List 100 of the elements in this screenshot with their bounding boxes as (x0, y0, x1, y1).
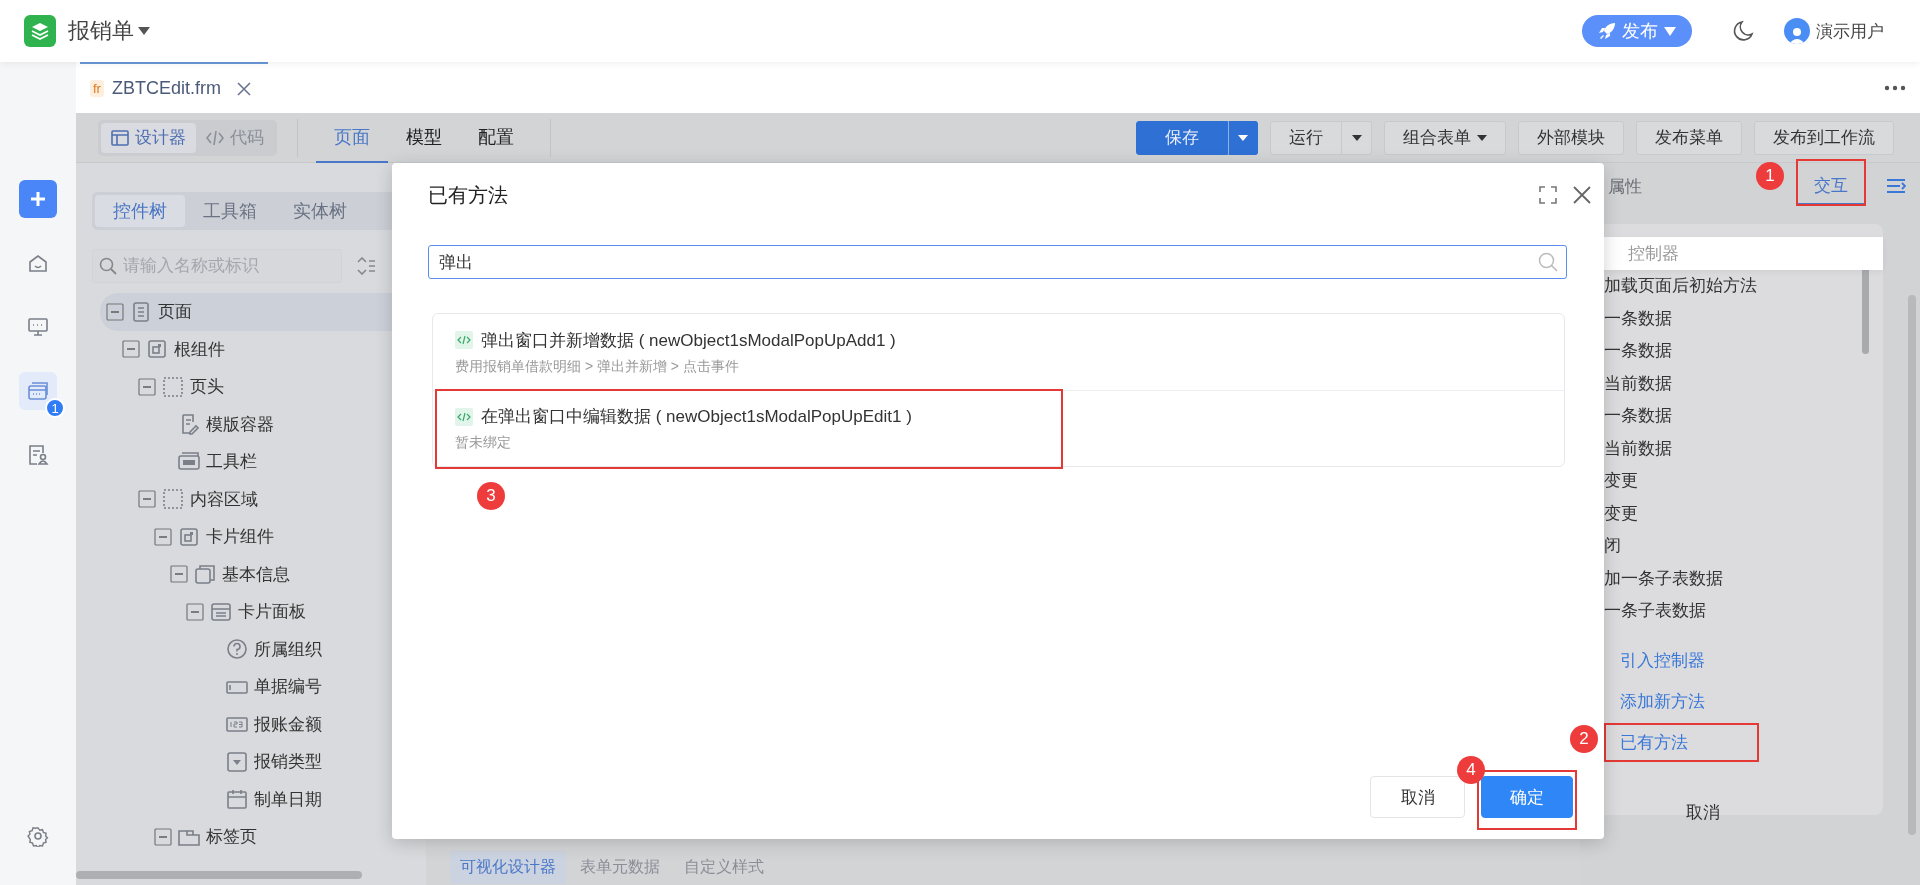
method-item[interactable]: 弹出窗口并新增数据 ( newObject1sModalPopUpAdd1 ) 费用报销单借款明细 > 弹出并新增 > 点击事件 (433, 314, 1564, 390)
menu-item[interactable]: 当前数据 (1604, 367, 1883, 400)
moon-icon[interactable] (1732, 20, 1754, 42)
close-icon[interactable] (236, 81, 251, 96)
mode-tab[interactable]: 设计器 (101, 122, 196, 153)
menu-item[interactable]: 一条数据 (1604, 302, 1883, 335)
close-icon[interactable] (1573, 186, 1591, 204)
step-marker: 4 (1457, 756, 1485, 784)
step-marker: 3 (477, 482, 505, 510)
menu-item[interactable]: 一条数据 (1604, 399, 1883, 432)
more-icon[interactable] (1884, 84, 1906, 91)
step-marker: 1 (1756, 162, 1784, 190)
cancel-link[interactable]: 取消 (1680, 800, 1726, 825)
toolbar-button[interactable]: 保存 (1136, 120, 1228, 155)
stack-icon (194, 563, 216, 586)
dropdown-button[interactable] (1342, 120, 1372, 155)
method-title: 在弹出窗口中编辑数据 ( newObject1sModalPopUpEdit1 ) (481, 406, 912, 428)
cards-icon (27, 380, 49, 402)
calendar-icon (226, 788, 248, 811)
collapse-icon[interactable] (122, 340, 140, 359)
collapse-icon[interactable] (106, 302, 124, 321)
method-binding: 费用报销单借款明细 > 弹出并新增 > 点击事件 (455, 357, 740, 376)
toolbar-button[interactable]: 外部模块 (1518, 120, 1624, 155)
collapse-icon[interactable] (186, 602, 204, 621)
region-icon (162, 375, 184, 398)
monitor-icon (27, 316, 49, 338)
search-icon (1538, 252, 1558, 272)
menu-item[interactable]: 变更 (1604, 497, 1883, 530)
menu-item[interactable]: 加一条子表数据 (1604, 562, 1883, 595)
tree-item[interactable]: 报销类型 (92, 743, 426, 781)
toolbar-button[interactable]: 组合表单 (1384, 120, 1506, 155)
dropdown-button[interactable] (1228, 120, 1258, 155)
group-heading: 控制器 (1604, 237, 1883, 270)
caret-icon[interactable] (138, 27, 150, 35)
view-tab[interactable]: 模型 (388, 112, 460, 163)
search-icon (99, 257, 117, 275)
menu-icon[interactable] (1886, 176, 1906, 195)
count-badge: 1 (45, 398, 65, 418)
collapse-icon[interactable] (138, 377, 156, 396)
dialog-title: 已有方法 (428, 182, 508, 208)
menu-item[interactable]: 变更 (1604, 464, 1883, 497)
caret-icon (1477, 134, 1487, 141)
collapse-icon[interactable] (170, 565, 188, 584)
layout-icon (111, 128, 129, 147)
method-item[interactable]: 在弹出窗口中编辑数据 ( newObject1sModalPopUpEdit1 ) 暂未绑定 (433, 390, 1564, 466)
menu-item[interactable]: 一条子表数据 (1604, 594, 1883, 627)
toolbar-button[interactable]: 发布到工作流 (1754, 120, 1894, 155)
tree-item[interactable]: 所属组织 (92, 630, 426, 668)
collapse-icon[interactable] (154, 527, 172, 546)
question-icon (226, 638, 248, 661)
menu-item[interactable]: 加载页面后初始方法 (1604, 269, 1883, 302)
panel-tab[interactable]: 属性 (1604, 167, 1646, 204)
region-icon (162, 488, 184, 511)
component-icon (178, 525, 200, 548)
tree-item[interactable]: 基本信息 (92, 555, 426, 593)
layers-icon (30, 21, 50, 41)
tree-item[interactable]: 制单日期 (92, 780, 426, 818)
rocket-icon (1598, 22, 1616, 40)
tree-item[interactable]: 内容区域 (92, 480, 426, 518)
sort-icon[interactable] (356, 257, 376, 275)
home-icon (27, 252, 49, 274)
tree-item[interactable]: 模版容器 (92, 405, 426, 443)
tree-item[interactable]: 卡片组件 (92, 518, 426, 556)
tree-item[interactable]: 标签页 (92, 818, 426, 856)
caret-icon (1351, 134, 1362, 141)
toolbar-button[interactable]: 发布菜单 (1636, 120, 1742, 155)
code-icon (455, 407, 473, 426)
code-icon (455, 331, 473, 349)
tree-item[interactable]: 报账金额 (92, 705, 426, 743)
menu-item[interactable]: 当前数据 (1604, 432, 1883, 465)
fullscreen-icon[interactable] (1539, 186, 1557, 204)
search-field[interactable]: 弹出 (428, 245, 1567, 279)
tree-item[interactable]: 单据编号 (92, 668, 426, 706)
form-person-icon (27, 444, 49, 466)
menu-item[interactable]: 闭 (1604, 529, 1883, 562)
page-icon (130, 300, 152, 323)
app-title: 报销单 (68, 17, 134, 45)
caret-icon (1238, 134, 1248, 141)
tree-item[interactable]: 页头 (92, 368, 426, 406)
scrollbar[interactable] (1908, 295, 1916, 835)
collapse-icon[interactable] (138, 490, 156, 509)
avatar-icon[interactable] (1784, 18, 1810, 44)
file-type-badge: fr (90, 80, 104, 97)
sidebar-item[interactable] (19, 180, 57, 218)
tree-item[interactable]: 根组件 (92, 330, 426, 368)
tree-item[interactable]: 工具栏 (92, 443, 426, 481)
panel-icon (210, 600, 232, 623)
collapse-icon[interactable] (154, 827, 172, 846)
tree-item[interactable]: 卡片面板 (92, 593, 426, 631)
cancel-button[interactable]: 取消 (1370, 776, 1465, 818)
user-name[interactable]: 演示用户 (1816, 19, 1884, 43)
view-tab[interactable]: 配置 (460, 112, 532, 163)
dropdown-icon (226, 750, 248, 773)
method-binding: 暂未绑定 (455, 434, 512, 452)
toolbar-button[interactable]: 运行 (1270, 120, 1342, 155)
scrollbar[interactable] (76, 871, 362, 879)
menu-item[interactable]: 一条数据 (1604, 334, 1883, 367)
component-icon (146, 338, 168, 361)
panel-tab[interactable]: 控件树 (95, 195, 185, 227)
confirm-button[interactable]: 确定 (1481, 776, 1573, 818)
